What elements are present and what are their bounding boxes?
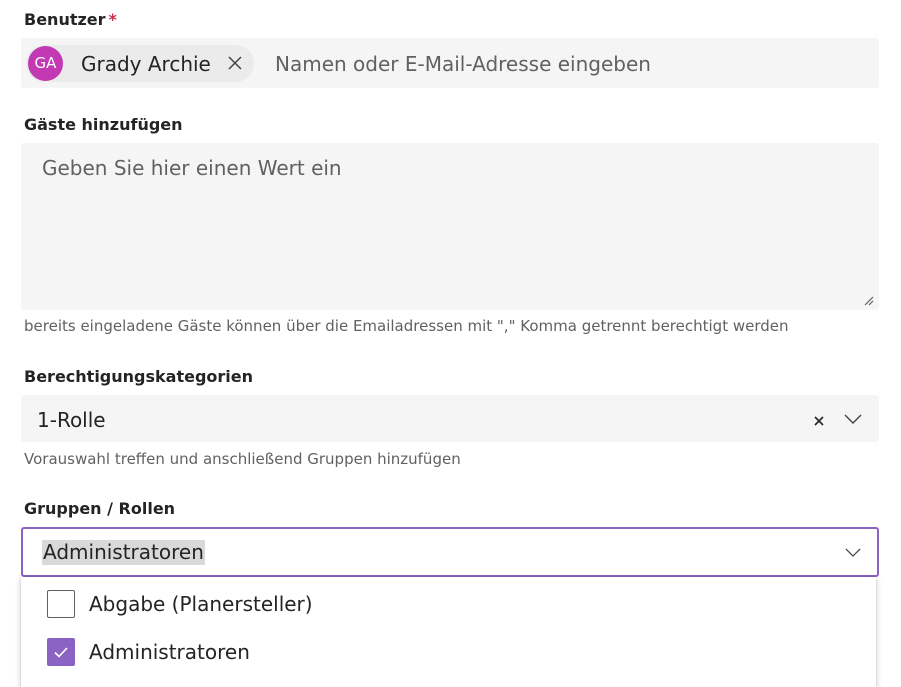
category-label: Berechtigungskategorien [24, 367, 254, 386]
option-label-administratoren[interactable]: Administratoren [89, 640, 250, 664]
guests-label: Gäste hinzufügen [24, 115, 183, 134]
avatar: GA [28, 46, 63, 81]
close-icon[interactable] [227, 55, 243, 71]
groups-combobox-value[interactable]: Administratoren [42, 540, 205, 565]
groups-label: Gruppen / Rollen [24, 499, 176, 518]
category-dropdown[interactable] [21, 395, 879, 442]
chevron-down-icon[interactable] [845, 548, 861, 557]
users-label-text: Benutzer [24, 10, 106, 29]
chevron-down-icon[interactable] [844, 414, 862, 424]
required-mark: * [108, 10, 117, 29]
person-pill-name: Grady Archie [81, 52, 211, 76]
checkbox-administratoren[interactable] [47, 638, 75, 666]
users-label: Benutzer * [24, 10, 117, 29]
category-hint: Vorauswahl treffen und anschließend Grup… [24, 450, 461, 468]
resize-grip-icon[interactable] [862, 294, 874, 306]
clear-icon[interactable] [812, 414, 826, 428]
option-label-abgabe[interactable]: Abgabe (Planersteller) [89, 592, 313, 616]
category-dropdown-value: 1-Rolle [37, 408, 106, 432]
guests-hint: bereits eingeladene Gäste können über di… [24, 317, 789, 335]
checkbox-abgabe[interactable] [47, 590, 75, 618]
users-search-input[interactable]: Namen oder E-Mail-Adresse eingeben [275, 52, 651, 76]
guests-textarea-placeholder: Geben Sie hier einen Wert ein [42, 156, 342, 180]
checkmark-icon [54, 647, 68, 658]
